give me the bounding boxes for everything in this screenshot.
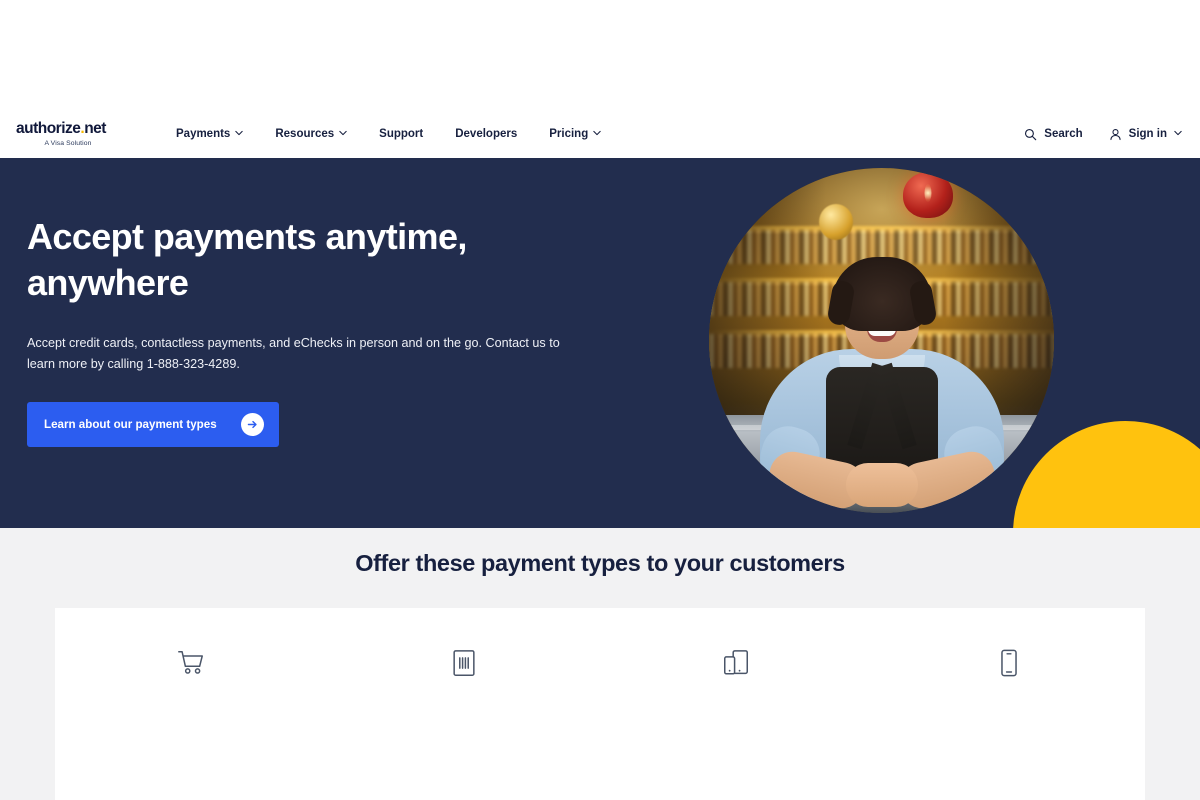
chevron-down-icon <box>235 129 244 137</box>
nav-label: Pricing <box>549 128 589 140</box>
payment-type-online-shopping-cart[interactable] <box>55 646 328 800</box>
payment-types-card <box>55 608 1145 800</box>
logo-text: authorize <box>16 120 81 138</box>
payment-types-list <box>55 608 1145 800</box>
sign-in-button[interactable]: Sign in <box>1109 128 1182 141</box>
chevron-down-icon <box>1174 129 1182 137</box>
site-header: authorize.net A Visa Solution Payments R… <box>0 110 1200 158</box>
sign-in-label: Sign in <box>1128 128 1167 140</box>
user-icon <box>1109 128 1122 141</box>
logo-tagline: A Visa Solution <box>44 139 92 147</box>
cta-label: Learn about our payment types <box>44 418 217 432</box>
hero-content: Accept payments anytime, anywhere Accept… <box>27 214 627 448</box>
header-utility-nav: Search Sign in <box>1024 128 1182 141</box>
top-whitespace <box>0 0 1200 110</box>
hero-image <box>709 168 1054 513</box>
section-title: Offer these payment types to your custom… <box>355 550 845 576</box>
card-reader-icon <box>447 646 481 680</box>
search-icon <box>1024 128 1037 141</box>
person-portrait <box>753 251 1010 513</box>
page: authorize.net A Visa Solution Payments R… <box>0 0 1200 800</box>
nav-label: Payments <box>176 128 231 140</box>
nav-item-payments[interactable]: Payments <box>160 122 259 146</box>
chevron-down-icon <box>339 129 347 137</box>
authorize-net-logo[interactable]: authorize.net A Visa Solution <box>16 121 120 147</box>
hero-heading: Accept payments anytime, anywhere <box>27 216 467 303</box>
nav-item-resources[interactable]: Resources <box>259 122 363 146</box>
payment-type-card-reader[interactable] <box>328 646 601 800</box>
logo-suffix: net <box>84 120 106 138</box>
arrow-right-circle-icon <box>240 413 264 437</box>
hero-paragraph: Accept credit cards, contactless payment… <box>27 336 560 371</box>
mobile-phone-icon <box>992 646 1026 680</box>
chevron-down-icon <box>593 129 601 137</box>
nav-label: Resources <box>275 128 335 140</box>
nav-label: Developers <box>455 128 518 140</box>
payment-types-section: Offer these payment types to your custom… <box>0 528 1200 800</box>
search-label: Search <box>1044 128 1083 140</box>
nav-item-developers[interactable]: Developers <box>439 122 533 146</box>
nav-label: Support <box>379 128 424 140</box>
payment-type-mobile[interactable] <box>873 646 1146 800</box>
main-navigation: Payments Resources Support Developers Pr… <box>160 122 617 146</box>
devices-icon <box>719 646 753 680</box>
hero-banner: Accept payments anytime, anywhere Accept… <box>0 158 1200 528</box>
nav-item-support[interactable]: Support <box>363 122 439 146</box>
payment-type-devices[interactable] <box>600 646 873 800</box>
shopping-cart-icon <box>174 646 208 680</box>
logo-wordmark: authorize.net <box>16 121 120 137</box>
learn-about-payment-types-button[interactable]: Learn about our payment types <box>27 402 279 448</box>
nav-item-pricing[interactable]: Pricing <box>533 122 617 146</box>
search-button[interactable]: Search <box>1024 128 1083 141</box>
